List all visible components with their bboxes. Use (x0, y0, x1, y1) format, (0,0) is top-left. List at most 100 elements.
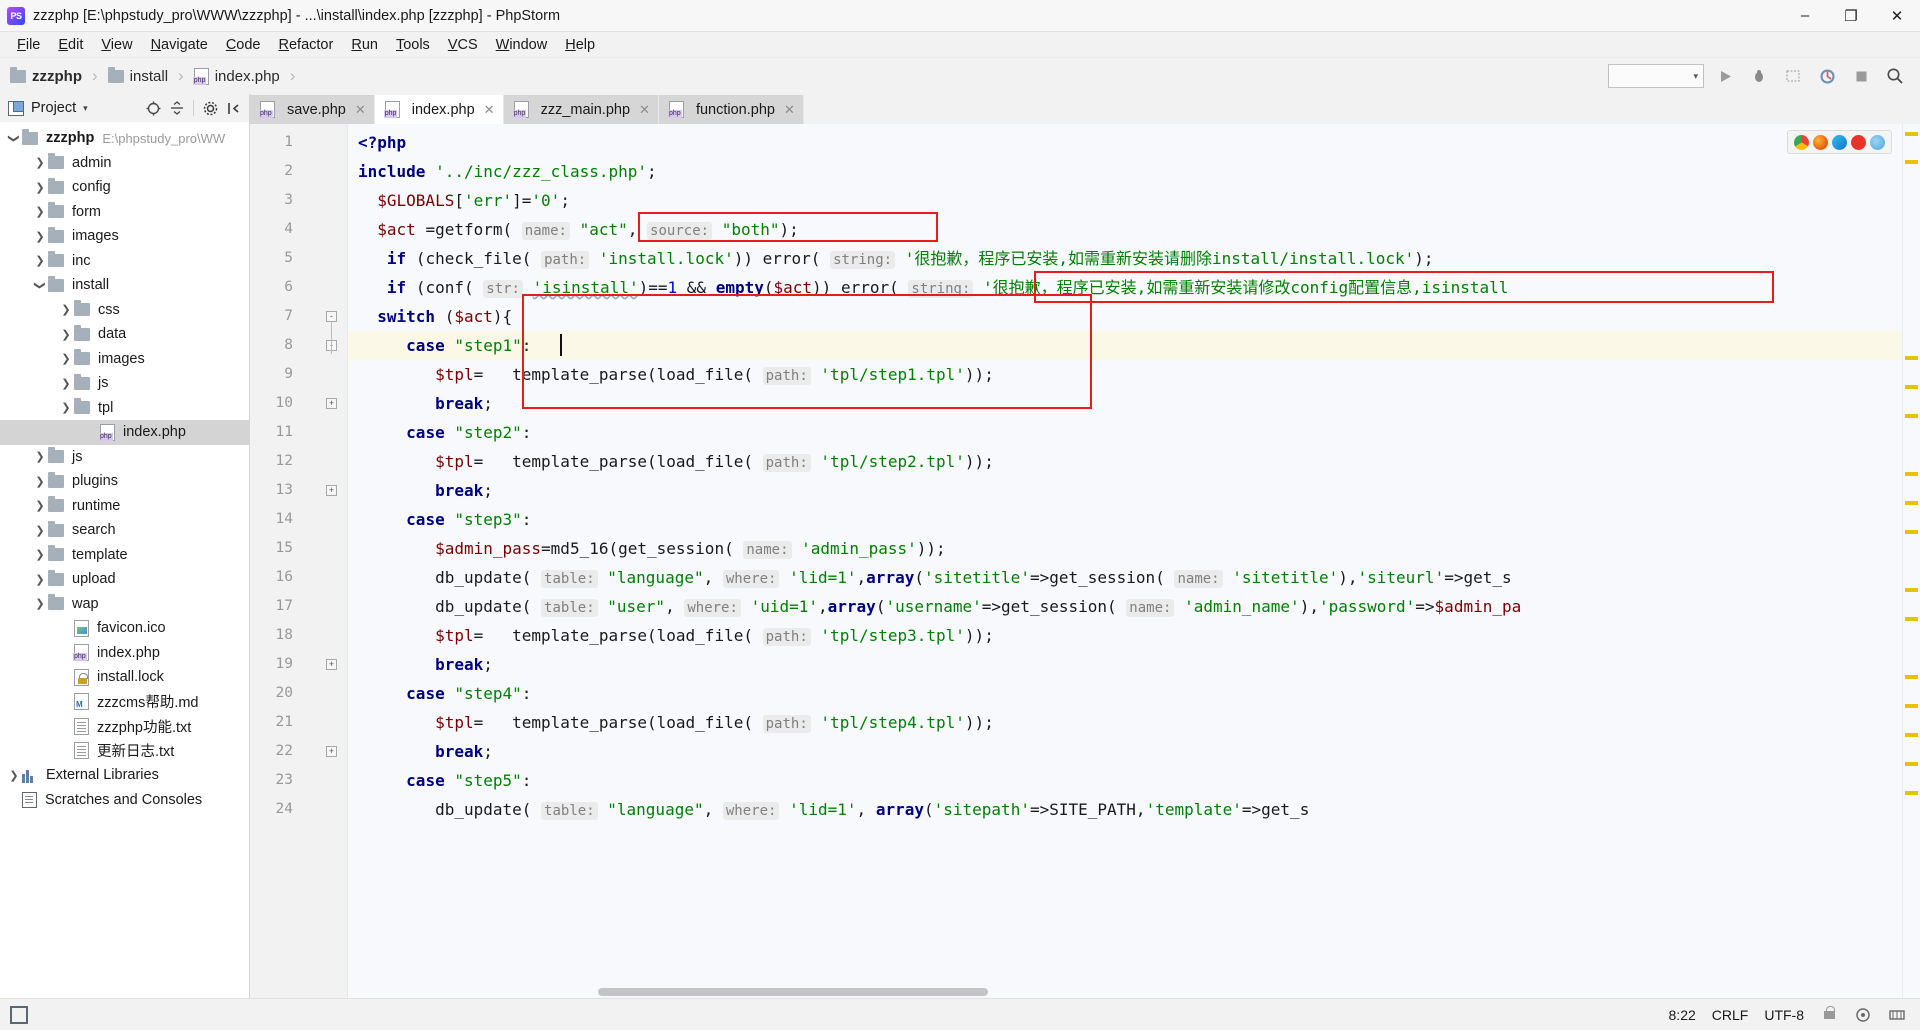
tree-item-admin[interactable]: ❯ admin (0, 151, 249, 176)
chevron-down-icon[interactable]: ▾ (83, 103, 88, 114)
error-stripe-mark[interactable] (1905, 762, 1918, 766)
maximize-button[interactable]: ❐ (1828, 0, 1874, 32)
tree-item-images[interactable]: ❯ images (0, 224, 249, 249)
tree-item-favicon-ico[interactable]: favicon.ico (0, 616, 249, 641)
tree-item-zzzphp功能-txt[interactable]: zzzphp功能.txt (0, 714, 249, 739)
code-line-17[interactable]: db_update( table: "user", where: 'uid=1'… (358, 592, 1521, 621)
scrollbar-thumb[interactable] (598, 988, 988, 996)
minimize-button[interactable]: – (1782, 0, 1828, 32)
code-line-19[interactable]: break; (358, 650, 493, 679)
code-line-24[interactable]: db_update( table: "language", where: 'li… (358, 795, 1309, 824)
stop-button[interactable] (1848, 63, 1874, 89)
error-stripe-mark[interactable] (1905, 530, 1918, 534)
error-stripe-mark[interactable] (1905, 385, 1918, 389)
search-everywhere-icon[interactable] (1882, 63, 1908, 89)
tree-item-index-php[interactable]: index.php (0, 420, 249, 445)
horizontal-scrollbar[interactable] (348, 988, 1902, 998)
tree-item-zzzphp[interactable]: ❯ zzzphp E:\phpstudy_pro\WW (0, 126, 249, 151)
tree-item-inc[interactable]: ❯ inc (0, 249, 249, 274)
line-separator[interactable]: CRLF (1712, 1007, 1749, 1023)
tree-item-index-php[interactable]: index.php (0, 641, 249, 666)
tree-item-js[interactable]: ❯ js (0, 371, 249, 396)
code-line-2[interactable]: include '../inc/zzz_class.php'; (358, 157, 657, 186)
run-button[interactable] (1712, 63, 1738, 89)
tree-item-images[interactable]: ❯ images (0, 347, 249, 372)
close-button[interactable]: ✕ (1874, 0, 1920, 32)
chevron-right-icon[interactable]: ❯ (32, 573, 48, 586)
coverage-button[interactable] (1780, 63, 1806, 89)
code-line-9[interactable]: $tpl= template_parse(load_file( path: 't… (358, 360, 994, 389)
opera-browser-icon[interactable] (1851, 134, 1866, 150)
breadcrumb-item-zzzphp[interactable]: zzzphp (10, 66, 82, 85)
chevron-right-icon[interactable]: ❯ (32, 205, 48, 218)
code-line-7[interactable]: switch ($act){ (358, 302, 512, 331)
menu-item-tools[interactable]: Tools (387, 35, 439, 55)
fold-marker-line-10[interactable]: + (326, 398, 337, 409)
chevron-down-icon[interactable]: ❯ (8, 130, 21, 146)
tree-item-runtime[interactable]: ❯ runtime (0, 494, 249, 519)
editor-tab-save-php[interactable]: save.php ✕ (250, 95, 375, 124)
tree-item-upload[interactable]: ❯ upload (0, 567, 249, 592)
caret-position[interactable]: 8:22 (1669, 1007, 1696, 1023)
chevron-right-icon[interactable]: ❯ (32, 475, 48, 488)
error-stripe-mark[interactable] (1905, 733, 1918, 737)
error-stripe-mark[interactable] (1905, 501, 1918, 505)
chevron-right-icon[interactable]: ❯ (32, 156, 48, 169)
code-line-12[interactable]: $tpl= template_parse(load_file( path: 't… (358, 447, 994, 476)
error-stripe-gutter[interactable] (1902, 124, 1920, 998)
chevron-right-icon[interactable]: ❯ (58, 328, 74, 341)
editor-tab-function-php[interactable]: function.php ✕ (658, 95, 804, 124)
tree-item-search[interactable]: ❯ search (0, 518, 249, 543)
editor-tab-zzz_main-php[interactable]: zzz_main.php ✕ (503, 95, 659, 124)
chevron-right-icon[interactable]: ❯ (32, 254, 48, 267)
error-stripe-mark[interactable] (1905, 356, 1918, 360)
locate-target-icon[interactable] (142, 97, 164, 119)
tree-item-template[interactable]: ❯ template (0, 543, 249, 568)
error-stripe-mark[interactable] (1905, 675, 1918, 679)
edge-browser-icon[interactable] (1832, 134, 1847, 150)
fold-marker-line-22[interactable]: + (326, 746, 337, 757)
project-tree[interactable]: ❯ zzzphp E:\phpstudy_pro\WW ❯ admin ❯ config ❯ f… (0, 122, 249, 998)
menu-item-window[interactable]: Window (487, 35, 557, 55)
error-stripe-mark[interactable] (1905, 132, 1918, 136)
close-tab-icon[interactable]: ✕ (639, 102, 650, 118)
code-line-16[interactable]: db_update( table: "language", where: 'li… (358, 563, 1512, 592)
code-line-1[interactable]: <?php (358, 128, 406, 157)
chevron-right-icon[interactable]: ❯ (32, 524, 48, 537)
chevron-right-icon[interactable]: ❯ (32, 499, 48, 512)
chevron-right-icon[interactable]: ❯ (58, 352, 74, 365)
code-content[interactable]: <?php include '../inc/zzz_class.php'; $GL… (348, 124, 1902, 998)
debug-button[interactable] (1746, 63, 1772, 89)
fold-marker-line-13[interactable]: + (326, 485, 337, 496)
code-line-10[interactable]: break; (358, 389, 493, 418)
error-stripe-mark[interactable] (1905, 472, 1918, 476)
chrome-browser-icon[interactable] (1794, 134, 1809, 150)
toggle-tool-windows-icon[interactable] (10, 1005, 28, 1024)
code-line-5[interactable]: if (check_file( path: 'install.lock')) e… (358, 244, 1434, 273)
menu-item-view[interactable]: View (92, 35, 141, 55)
file-encoding[interactable]: UTF-8 (1764, 1007, 1804, 1023)
code-line-20[interactable]: case "step4": (358, 679, 531, 708)
lock-icon[interactable] (1820, 1005, 1838, 1024)
code-line-4[interactable]: $act =getform( name: "act", source: "bot… (358, 215, 799, 244)
error-stripe-mark[interactable] (1905, 588, 1918, 592)
chevron-right-icon[interactable]: ❯ (6, 769, 22, 782)
chevron-right-icon[interactable]: ❯ (32, 450, 48, 463)
chevron-right-icon[interactable]: ❯ (32, 597, 48, 610)
error-stripe-mark[interactable] (1905, 704, 1918, 708)
error-stripe-mark[interactable] (1905, 414, 1918, 418)
event-log-icon[interactable] (1854, 1006, 1872, 1024)
hide-panel-icon[interactable] (223, 97, 245, 119)
editor-tab-index-php[interactable]: index.php ✕ (374, 95, 504, 124)
code-line-13[interactable]: break; (358, 476, 493, 505)
tree-item-css[interactable]: ❯ css (0, 298, 249, 323)
code-line-11[interactable]: case "step2": (358, 418, 531, 447)
browser-preview-widget[interactable] (1787, 130, 1892, 154)
tree-item-plugins[interactable]: ❯ plugins (0, 469, 249, 494)
breadcrumb-item-index-php[interactable]: index.php (192, 67, 280, 85)
code-line-18[interactable]: $tpl= template_parse(load_file( path: 't… (358, 621, 994, 650)
tree-item-更新日志-txt[interactable]: 更新日志.txt (0, 739, 249, 764)
editor-gutter[interactable]: 1 2 3 4 5 6 7 8 9 10 11 12 13 14 15 16 17 18 19 20 21 22 23 24-… (250, 124, 348, 998)
firefox-browser-icon[interactable] (1813, 134, 1828, 150)
chevron-right-icon[interactable]: ❯ (58, 377, 74, 390)
